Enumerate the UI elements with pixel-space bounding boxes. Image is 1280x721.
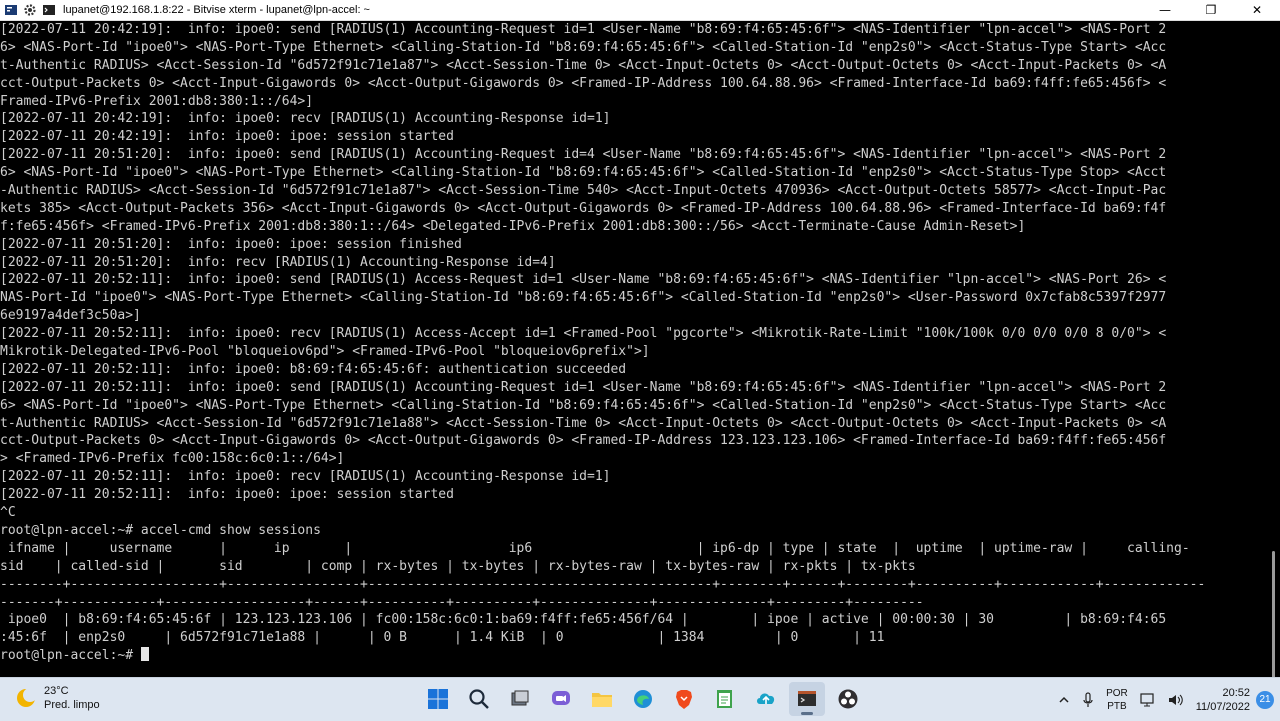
- brave-browser-button[interactable]: [666, 682, 702, 716]
- bitvise-xterm-button[interactable]: [789, 682, 825, 716]
- terminal-line: [2022-07-11 20:51:20]: info: ipoe0: ipoe…: [0, 236, 462, 252]
- show-hidden-icons-button[interactable]: [1058, 694, 1070, 706]
- taskbar-search-button[interactable]: [461, 682, 497, 716]
- app-icon[interactable]: [3, 2, 19, 18]
- task-view-icon: [511, 690, 529, 706]
- search-icon: [469, 689, 489, 709]
- terminal-line: 6e9197a4def3c50a>]: [0, 308, 141, 324]
- terminal-line: [2022-07-11 20:52:11]: info: ipoe0: recv…: [0, 326, 1167, 342]
- terminal-prompt-line[interactable]: root@lpn-accel:~#: [0, 647, 1266, 665]
- notification-badge[interactable]: 21: [1256, 690, 1274, 709]
- microphone-button[interactable]: [1082, 691, 1094, 708]
- shell-prompt: root@lpn-accel:~#: [0, 648, 141, 664]
- network-monitor-icon: [1140, 692, 1154, 706]
- window-title-bar[interactable]: lupanet@192.168.1.8:22 - Bitvise xterm -…: [0, 0, 1280, 21]
- folder-icon: [592, 693, 612, 707]
- network-button[interactable]: [1140, 692, 1156, 707]
- cloud-upload-icon: [757, 693, 775, 704]
- chat-icon: [552, 691, 570, 705]
- weather-moon-icon: [17, 688, 37, 707]
- terminal-line: --------+-------------------+-----------…: [0, 576, 1206, 592]
- terminal-line: [2022-07-11 20:42:19]: info: ipoe0: send…: [0, 22, 1167, 37]
- terminal-line: 6> <NAS-Port-Id "ipoe0"> <NAS-Port-Type …: [0, 397, 1167, 413]
- task-view-button[interactable]: [502, 682, 538, 716]
- terminal-line: -Authentic RADIUS> <Acct-Session-Id "6d5…: [0, 183, 1167, 199]
- scrollbar-thumb[interactable]: [1272, 551, 1275, 681]
- terminal-line: [2022-07-11 20:51:20]: info: ipoe0: send…: [0, 147, 1167, 163]
- terminal-line: [2022-07-11 20:52:11]: info: ipoe0: send…: [0, 379, 1167, 395]
- terminal-scrollbar[interactable]: [1266, 21, 1280, 681]
- terminal-line: ^C: [0, 505, 16, 521]
- window-title: lupanet@192.168.1.8:22 - Bitvise xterm -…: [63, 4, 370, 16]
- minimize-button[interactable]: —: [1142, 0, 1188, 20]
- gear-icon[interactable]: [22, 2, 38, 18]
- edge-browser-button[interactable]: [625, 682, 661, 716]
- terminal-line: [2022-07-11 20:52:11]: info: ipoe0: send…: [0, 272, 1167, 288]
- clock-time: 20:52: [1222, 686, 1250, 699]
- terminal-output[interactable]: [2022-07-11 20:42:19]: info: ipoe0: send…: [0, 21, 1266, 677]
- terminal-line: ifname | username | ip | ip6 | ip6-dp | …: [0, 540, 1190, 556]
- terminal-line: :45:6f | enp2s0 | 6d572f91c71e1a88 | | 0…: [0, 630, 885, 646]
- text-cursor: [140, 647, 149, 662]
- terminal-line: 6> <NAS-Port-Id "ipoe0"> <NAS-Port-Type …: [0, 165, 1167, 181]
- language-indicator[interactable]: POR PTB: [1106, 687, 1128, 713]
- windows-start-icon: [428, 689, 448, 709]
- taskbar: 23°C Pred. limpo POR PTB 20:52 11/07/202…: [0, 677, 1280, 721]
- terminal-line: kets 385> <Acct-Output-Packets 356> <Acc…: [0, 200, 1167, 216]
- terminal-line: cct-Output-Packets 0> <Acct-Input-Gigawo…: [0, 75, 1167, 91]
- chat-button[interactable]: [543, 682, 579, 716]
- weather-description: Pred. limpo: [44, 699, 100, 711]
- maximize-button[interactable]: ❐: [1188, 0, 1234, 20]
- terminal-line: [2022-07-11 20:52:11]: info: ipoe0: recv…: [0, 469, 611, 485]
- obs-app-button[interactable]: [830, 682, 866, 716]
- terminal-line: f:fe65:456f> <Framed-IPv6-Prefix 2001:db…: [0, 218, 1026, 234]
- edge-icon: [634, 690, 652, 708]
- terminal-line: [2022-07-11 20:42:19]: info: ipoe0: recv…: [0, 111, 611, 127]
- start-button[interactable]: [420, 682, 456, 716]
- terminal-line: t-Authentic RADIUS> <Acct-Session-Id "6d…: [0, 57, 1167, 73]
- terminal-line: NAS-Port-Id "ipoe0"> <NAS-Port-Type Ethe…: [0, 290, 1167, 306]
- obs-icon: [838, 689, 858, 709]
- terminal-line: [2022-07-11 20:42:19]: info: ipoe0: ipoe…: [0, 129, 454, 145]
- terminal-line: -------+------------+------------------+…: [0, 594, 924, 610]
- notepad-icon: [717, 690, 732, 708]
- terminal-icon[interactable]: [41, 2, 57, 18]
- close-button[interactable]: ✕: [1234, 0, 1280, 20]
- language-code: POR: [1106, 687, 1128, 699]
- terminal-line: ipoe0 | b8:69:f4:65:45:6f | 123.123.123.…: [0, 612, 1167, 628]
- terminal-line: sid | called-sid | sid | comp | rx-bytes…: [0, 558, 916, 574]
- terminal-line: cct-Output-Packets 0> <Acct-Input-Gigawo…: [0, 433, 1167, 449]
- terminal-line: > <Framed-IPv6-Prefix fc00:158c:6c0:1::/…: [0, 451, 345, 467]
- terminal-line: [2022-07-11 20:51:20]: info: recv [RADIU…: [0, 254, 556, 270]
- brave-icon: [676, 690, 692, 709]
- microphone-icon: [1083, 691, 1093, 707]
- terminal-line: 6> <NAS-Port-Id "ipoe0"> <NAS-Port-Type …: [0, 39, 1167, 55]
- terminal-line: [2022-07-11 20:52:11]: info: ipoe0: ipoe…: [0, 487, 454, 503]
- weather-widget[interactable]: 23°C Pred. limpo: [14, 684, 100, 712]
- bitvise-terminal-icon: [798, 691, 816, 706]
- terminal-line: [2022-07-11 20:52:11]: info: ipoe0: b8:6…: [0, 361, 627, 377]
- weather-temperature: 23°C: [44, 685, 69, 697]
- terminal-line: Framed-IPv6-Prefix 2001:db8:380:1::/64>]: [0, 93, 314, 109]
- terminal-line: root@lpn-accel:~# accel-cmd show session…: [0, 522, 321, 538]
- speaker-icon: [1168, 694, 1183, 705]
- notepad-button[interactable]: [707, 682, 743, 716]
- terminal-line: t-Authentic RADIUS> <Acct-Session-Id "6d…: [0, 415, 1167, 431]
- terminal-line: Mikrotik-Delegated-IPv6-Pool "bloqueiov6…: [0, 344, 650, 360]
- chevron-up-icon: [1059, 696, 1069, 703]
- clock[interactable]: 20:52 11/07/2022: [1196, 686, 1250, 714]
- keyboard-layout: PTB: [1107, 700, 1127, 712]
- volume-button[interactable]: [1168, 693, 1184, 707]
- file-explorer-button[interactable]: [584, 682, 620, 716]
- clock-date: 11/07/2022: [1195, 700, 1250, 713]
- network-app-button[interactable]: [748, 682, 784, 716]
